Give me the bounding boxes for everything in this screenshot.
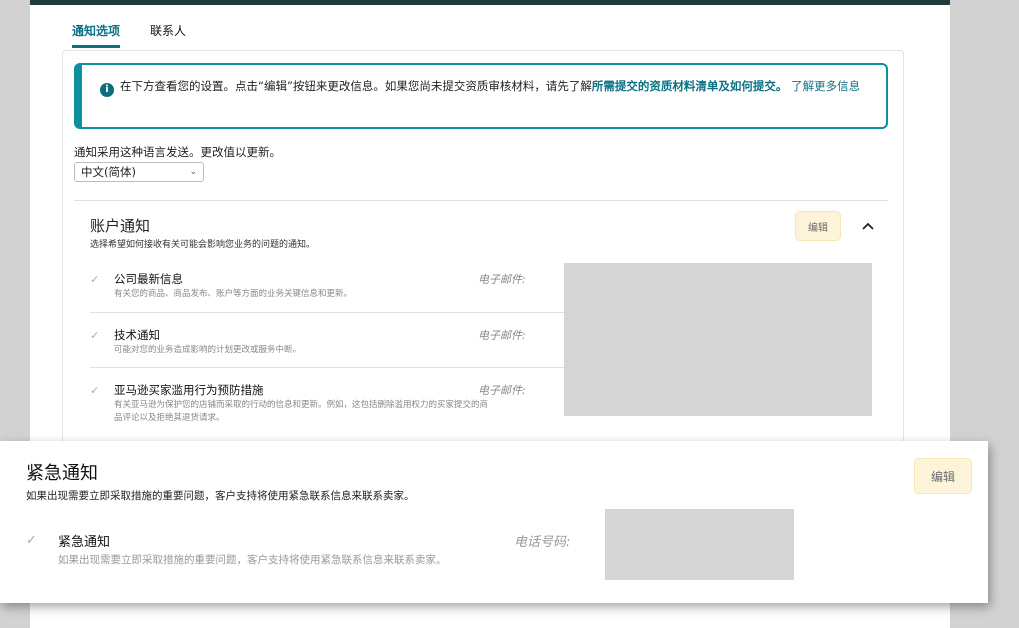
chevron-down-icon: ⌄ — [189, 167, 197, 177]
row-divider — [90, 312, 565, 313]
tab-notification-options[interactable]: 通知选项 — [72, 22, 121, 48]
account-edit-button[interactable]: 编辑 — [796, 212, 840, 240]
info-icon: i — [100, 83, 114, 97]
email-label: 电子邮件: — [478, 273, 526, 286]
list-item-abuse-prevention: ✓ 亚马逊买家滥用行为预防措施 有关亚马逊为保护您的店铺而采取的行动的信息和更新… — [90, 382, 565, 432]
list-item-emergency: ✓ 紧急通知 如果出现需要立即采取措施的重要问题，客户支持将使用紧急联系信息来联… — [26, 531, 586, 591]
info-alert: i 在下方查看您的设置。点击“编辑”按钮来更改信息。如果您尚未提交资质审核材料，请… — [74, 63, 888, 129]
account-notifications-title: 账户通知 — [90, 217, 151, 235]
emergency-notifications-title: 紧急通知 — [26, 463, 98, 484]
email-value-placeholder — [564, 263, 872, 416]
list-item-company-updates: ✓ 公司最新信息 有关您的商品、商品发布、账户等方面的业务关键信息和更新。 电子… — [90, 271, 565, 311]
item-description: 可能对您的业务造成影响的计划更改或服务中断。 — [114, 345, 302, 355]
item-description: 有关亚马逊为保护您的店铺而采取的行动的信息和更新。例如，这包括删除滥用权力的买家… — [114, 400, 489, 423]
top-bar — [30, 0, 950, 5]
language-select[interactable]: 中文(简体) ⌄ — [74, 162, 204, 182]
item-title: 技术通知 — [114, 328, 160, 342]
required-materials-link[interactable]: 所需提交的资质材料清单及如何提交。 — [592, 79, 788, 93]
emergency-edit-button[interactable]: 编辑 — [915, 459, 971, 493]
list-item-technical-notices: ✓ 技术通知 可能对您的业务造成影响的计划更改或服务中断。 电子邮件: — [90, 327, 565, 367]
email-label: 电子邮件: — [478, 384, 526, 397]
emergency-notifications-subtitle: 如果出现需要立即采取措施的重要问题，客户支持将使用紧急联系信息来联系卖家。 — [26, 490, 415, 502]
check-icon: ✓ — [90, 384, 100, 397]
item-description: 有关您的商品、商品发布、账户等方面的业务关键信息和更新。 — [114, 289, 353, 299]
chevron-up-icon[interactable] — [860, 218, 876, 234]
alert-text: 在下方查看您的设置。点击“编辑”按钮来更改信息。如果您尚未提交资质审核材料，请先… — [120, 79, 592, 93]
item-title: 亚马逊买家滥用行为预防措施 — [114, 383, 264, 397]
email-label: 电子邮件: — [478, 329, 526, 342]
language-selected-value: 中文(简体) — [81, 165, 136, 179]
row-divider — [90, 367, 565, 368]
tab-bar: 通知选项 联系人 — [72, 22, 186, 48]
account-notifications-subtitle: 选择希望如何接收有关可能会影响您业务的问题的通知。 — [90, 240, 316, 250]
emergency-notifications-card: 紧急通知 如果出现需要立即采取措施的重要问题，客户支持将使用紧急联系信息来联系卖… — [0, 441, 988, 603]
item-title: 紧急通知 — [58, 535, 111, 550]
check-icon: ✓ — [90, 273, 100, 286]
phone-label: 电话号码: — [514, 535, 571, 550]
item-description: 如果出现需要立即采取措施的重要问题，客户支持将使用紧急联系信息来联系卖家。 — [58, 554, 447, 566]
phone-value-placeholder — [605, 509, 794, 580]
learn-more-link[interactable]: 了解更多信息 — [791, 79, 860, 93]
tab-contacts[interactable]: 联系人 — [150, 22, 186, 48]
section-divider — [74, 200, 888, 201]
language-description: 通知采用这种语言发送。更改值以更新。 — [74, 145, 281, 159]
item-title: 公司最新信息 — [114, 272, 183, 286]
check-icon: ✓ — [90, 329, 100, 342]
check-icon: ✓ — [26, 533, 37, 548]
